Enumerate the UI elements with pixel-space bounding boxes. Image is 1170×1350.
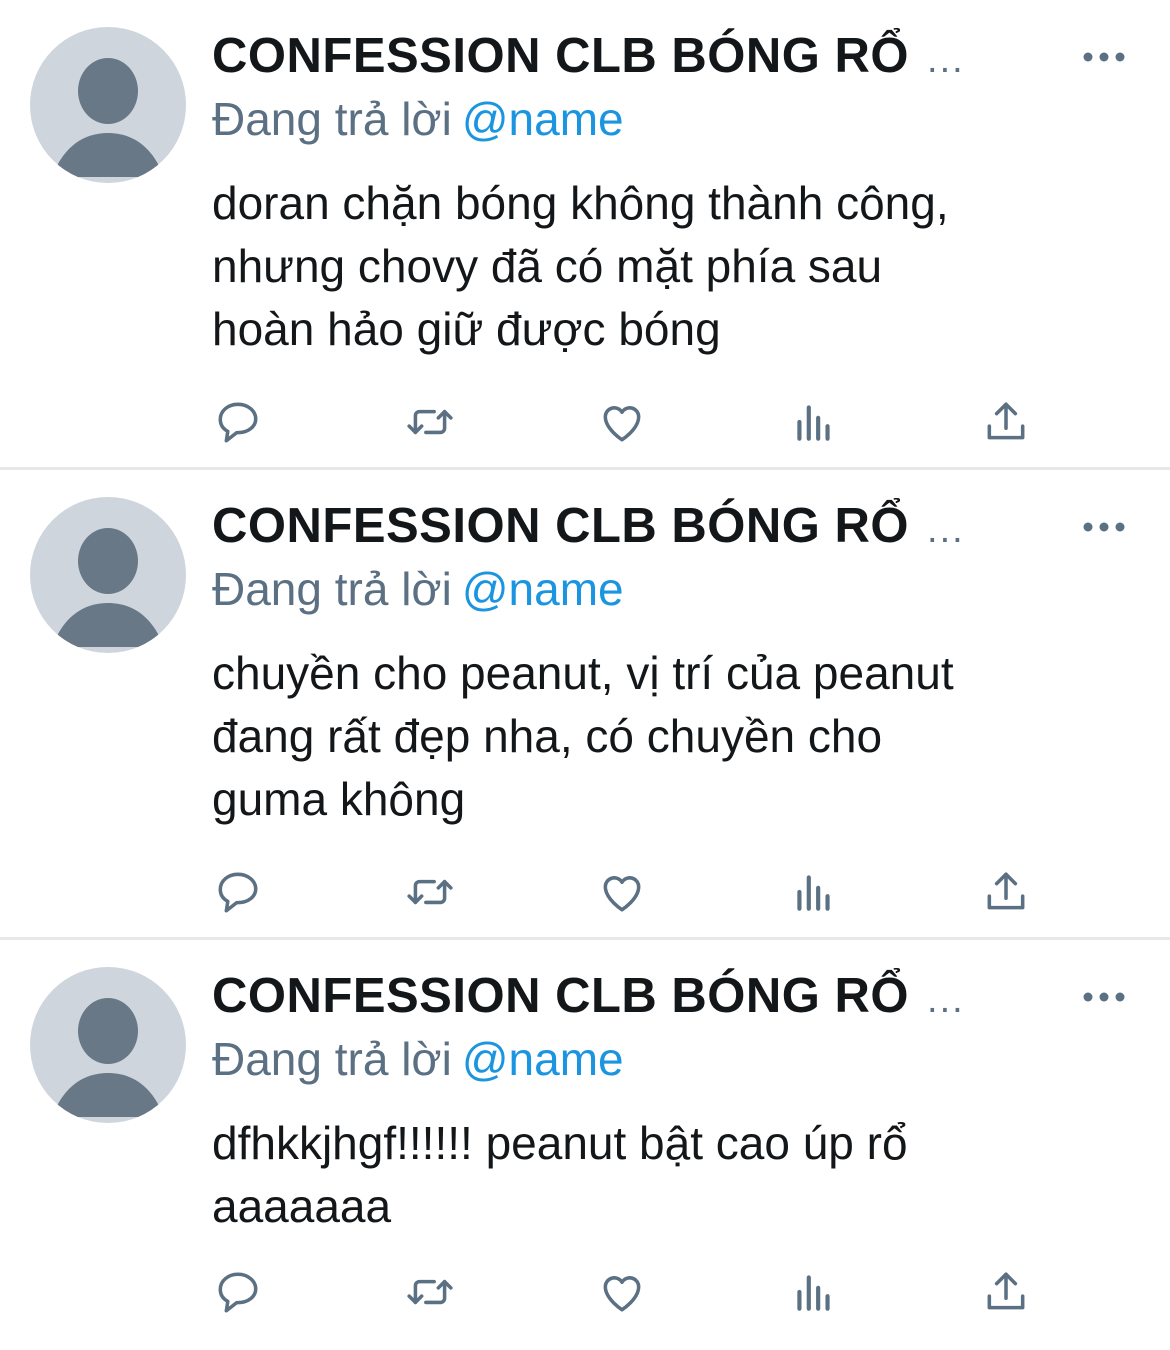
reply-button[interactable]	[208, 862, 268, 922]
bar-chart-icon	[797, 1275, 830, 1311]
tweet-actions	[204, 1262, 1044, 1322]
replying-to-label: Đang trả lời	[212, 563, 452, 615]
tweet-text-line: chuyền cho peanut, vị trí của peanut	[212, 647, 954, 699]
analytics-button[interactable]	[784, 1262, 844, 1322]
like-button[interactable]	[592, 862, 652, 922]
share-button[interactable]	[976, 862, 1036, 922]
tweet-text-line: dfhkkjhgf!!!!!! peanut bật cao úp rổ	[212, 1117, 908, 1169]
more-options-button[interactable]	[1082, 982, 1126, 1012]
tweet-feed: CONFESSION CLB BÓNG RỔ ... Đang trả lời @…	[0, 0, 1170, 1348]
share-button[interactable]	[976, 392, 1036, 452]
default-profile-icon	[52, 528, 164, 647]
name-truncation: ...	[927, 39, 965, 81]
heart-icon	[603, 876, 641, 912]
tweet-text-line: guma không	[212, 773, 466, 825]
retweet-button[interactable]	[400, 862, 460, 922]
share-upload-icon	[987, 1272, 1025, 1310]
heart-icon	[603, 406, 641, 442]
name-row: CONFESSION CLB BÓNG RỔ ...	[212, 28, 1012, 84]
avatar[interactable]	[30, 27, 186, 183]
reply-handle-link[interactable]: @name	[462, 1033, 624, 1085]
like-button[interactable]	[592, 392, 652, 452]
name-row: CONFESSION CLB BÓNG RỔ ...	[212, 498, 1012, 554]
reply-handle-link[interactable]: @name	[462, 93, 624, 145]
default-profile-icon	[52, 998, 164, 1117]
tweet-text: doran chặn bóng không thành công, nhưng …	[212, 172, 1132, 361]
bar-chart-icon	[797, 405, 830, 441]
tweet-text: dfhkkjhgf!!!!!! peanut bật cao úp rổ aaa…	[212, 1112, 1132, 1238]
replying-to-label: Đang trả lời	[212, 1033, 452, 1085]
retweet-button[interactable]	[400, 392, 460, 452]
avatar[interactable]	[30, 497, 186, 653]
retweet-button[interactable]	[400, 1262, 460, 1322]
tweet-actions	[204, 862, 1044, 922]
ellipsis-horizontal-icon	[1083, 522, 1125, 532]
display-name[interactable]: CONFESSION CLB BÓNG RỔ	[212, 498, 909, 554]
display-name[interactable]: CONFESSION CLB BÓNG RỔ	[212, 28, 909, 84]
display-name[interactable]: CONFESSION CLB BÓNG RỔ	[212, 968, 909, 1024]
like-button[interactable]	[592, 1262, 652, 1322]
retweet-arrows-icon	[407, 879, 453, 905]
ellipsis-horizontal-icon	[1083, 992, 1125, 1002]
default-profile-icon	[52, 58, 164, 177]
reply-handle-link[interactable]: @name	[462, 563, 624, 615]
reply-button[interactable]	[208, 392, 268, 452]
tweet[interactable]: CONFESSION CLB BÓNG RỔ ... Đang trả lời @…	[0, 940, 1170, 1348]
tweet[interactable]: CONFESSION CLB BÓNG RỔ ... Đang trả lời @…	[0, 0, 1170, 470]
name-truncation: ...	[927, 979, 965, 1021]
more-options-button[interactable]	[1082, 512, 1126, 542]
tweet[interactable]: CONFESSION CLB BÓNG RỔ ... Đang trả lời @…	[0, 470, 1170, 940]
tweet-text-line: hoàn hảo giữ được bóng	[212, 303, 721, 355]
avatar[interactable]	[30, 967, 186, 1123]
speech-bubble-icon	[218, 872, 258, 913]
analytics-button[interactable]	[784, 862, 844, 922]
retweet-arrows-icon	[407, 409, 453, 435]
share-button[interactable]	[976, 1262, 1036, 1322]
speech-bubble-icon	[218, 1272, 258, 1313]
replying-to: Đang trả lời @name	[212, 562, 624, 616]
tweet-text-line: đang rất đẹp nha, có chuyền cho	[212, 710, 883, 762]
reply-button[interactable]	[208, 1262, 268, 1322]
replying-to-label: Đang trả lời	[212, 93, 452, 145]
speech-bubble-icon	[218, 402, 258, 443]
more-options-button[interactable]	[1082, 42, 1126, 72]
heart-icon	[603, 1276, 641, 1312]
ellipsis-horizontal-icon	[1083, 52, 1125, 62]
replying-to: Đang trả lời @name	[212, 1032, 624, 1086]
tweet-text: chuyền cho peanut, vị trí của peanut đan…	[212, 642, 1132, 831]
share-upload-icon	[987, 402, 1025, 440]
retweet-arrows-icon	[407, 1279, 453, 1305]
bar-chart-icon	[797, 875, 830, 911]
tweet-text-line: aaaaaaa	[212, 1180, 392, 1232]
tweet-actions	[204, 392, 1044, 452]
name-row: CONFESSION CLB BÓNG RỔ ...	[212, 968, 1012, 1024]
share-upload-icon	[987, 872, 1025, 910]
tweet-text-line: nhưng chovy đã có mặt phía sau	[212, 240, 883, 292]
analytics-button[interactable]	[784, 392, 844, 452]
name-truncation: ...	[927, 509, 965, 551]
tweet-text-line: doran chặn bóng không thành công,	[212, 177, 949, 229]
replying-to: Đang trả lời @name	[212, 92, 624, 146]
